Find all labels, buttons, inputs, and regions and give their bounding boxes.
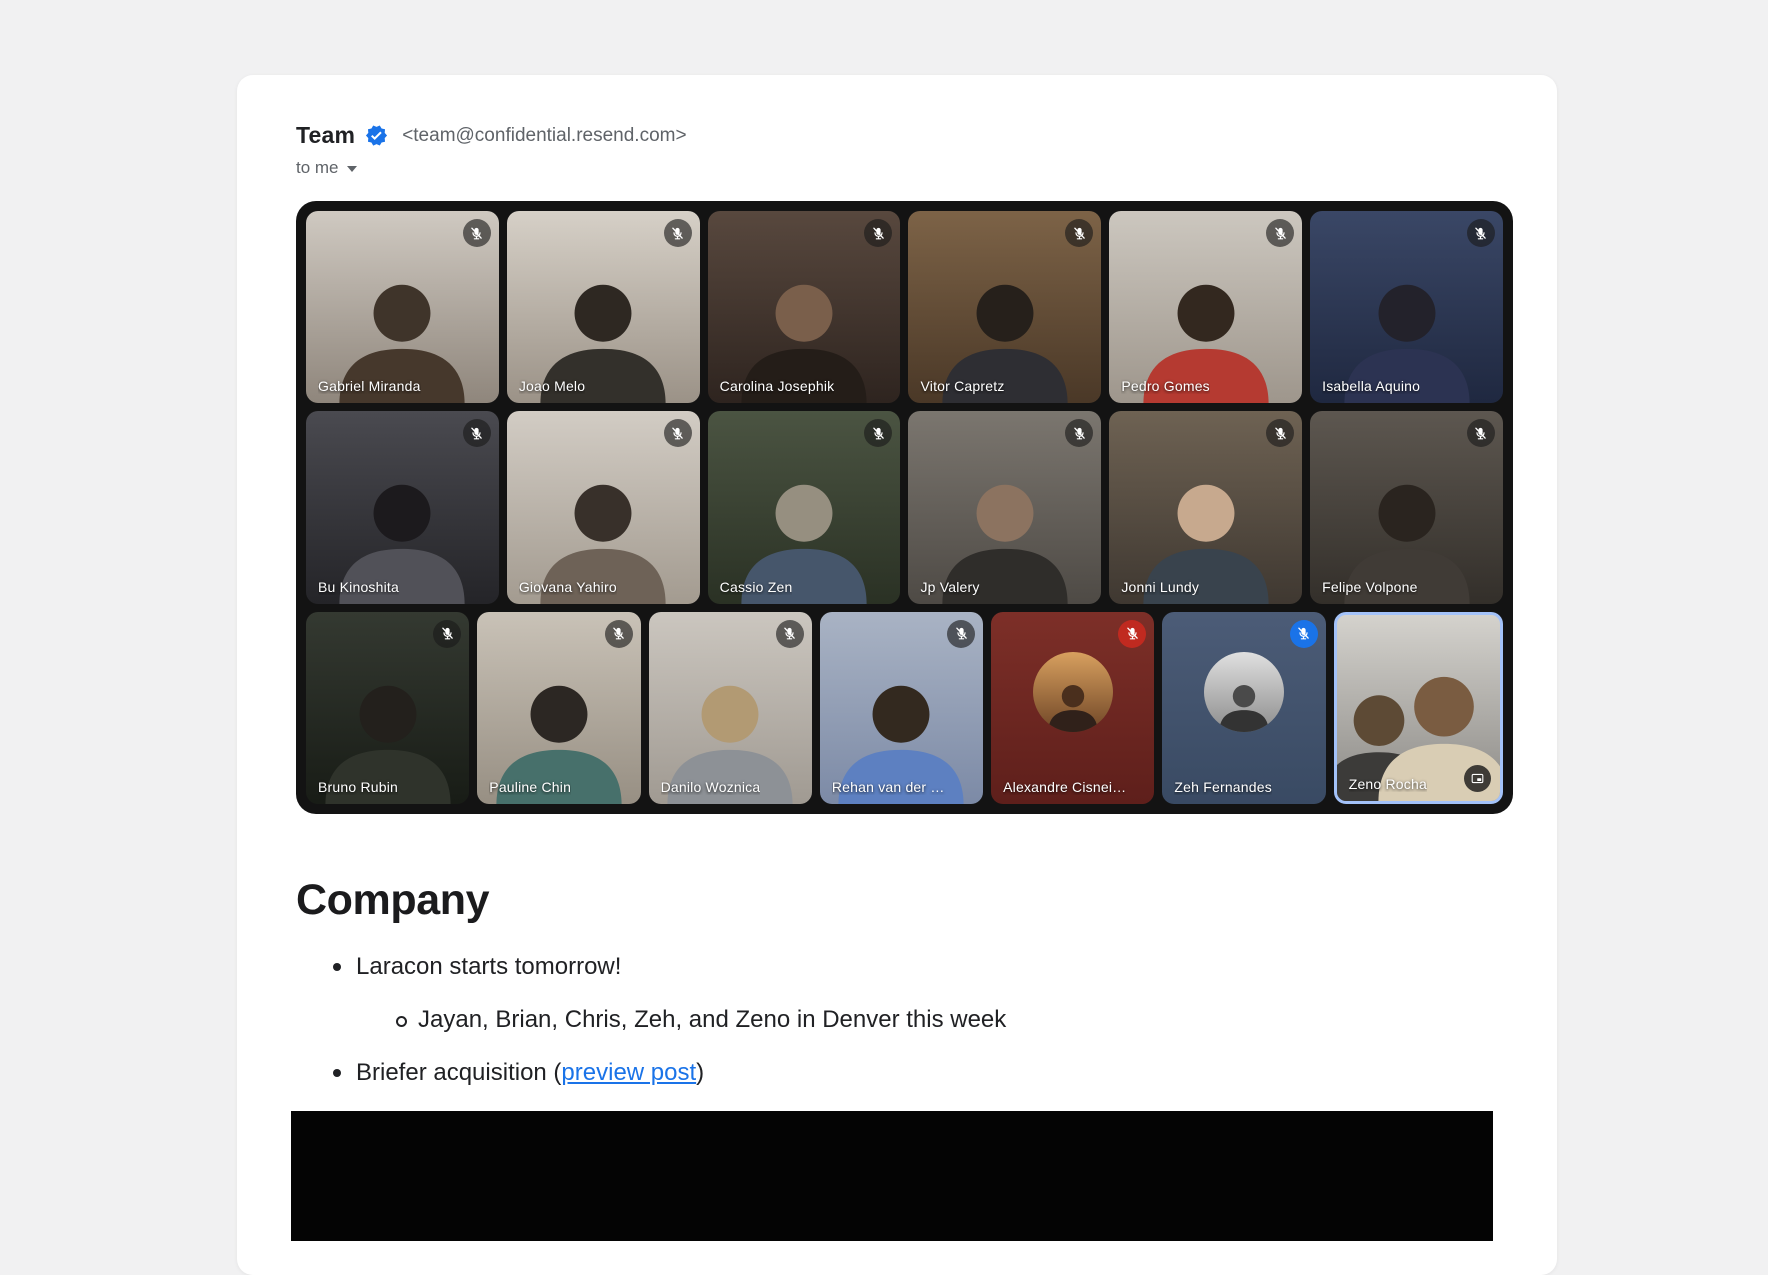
list-item-text: Jayan, Brian, Chris, Zeh, and Zeno in De…: [418, 1006, 1006, 1033]
video-thumbnail[interactable]: [291, 1111, 1493, 1241]
mic-off-icon: [664, 219, 692, 247]
mic-off-icon: [1467, 419, 1495, 447]
mic-off-icon: [664, 419, 692, 447]
mic-off-icon: [1290, 620, 1318, 648]
list-item-text: ): [696, 1059, 704, 1086]
participant-name: Gabriel Miranda: [318, 378, 421, 394]
participant-name: Zeh Fernandes: [1174, 779, 1272, 795]
chevron-down-icon: [347, 166, 357, 172]
participant-tile: Bruno Rubin: [306, 612, 469, 804]
grid-row: Bruno Rubin Pauline Chin Danilo Woznica Reh…: [306, 612, 1503, 804]
sender-line: Team <team@confidential.resend.com>: [296, 122, 1557, 149]
list-item-text: Laracon starts tomorrow!: [356, 953, 621, 980]
participant-name: Zeno Rocha: [1349, 776, 1427, 792]
participant-tile: Cassio Zen: [708, 411, 901, 603]
participant-name: Jp Valery: [920, 579, 979, 595]
mic-off-icon: [1065, 419, 1093, 447]
avatar: [1204, 652, 1284, 732]
mic-off-icon: [1266, 219, 1294, 247]
participant-tile: Felipe Volpone: [1310, 411, 1503, 603]
mic-off-icon: [463, 419, 491, 447]
participant-name: Pauline Chin: [489, 779, 571, 795]
participant-tile: Jp Valery: [908, 411, 1101, 603]
picture-in-picture-icon: [1464, 765, 1491, 792]
grid-row: Gabriel Miranda Joao Melo Carolina Josephi…: [306, 211, 1503, 403]
recipient-label: to me: [296, 158, 339, 178]
participant-tile: Carolina Josephik: [708, 211, 901, 403]
participant-tile: Danilo Woznica: [649, 612, 812, 804]
mic-off-icon: [864, 419, 892, 447]
participant-name: Cassio Zen: [720, 579, 793, 595]
meeting-screenshot[interactable]: Gabriel Miranda Joao Melo Carolina Josephi…: [296, 201, 1513, 814]
participant-tile: Zeno Rocha: [1334, 612, 1503, 804]
mic-off-icon: [776, 620, 804, 648]
participant-tile: Vitor Capretz: [908, 211, 1101, 403]
participant-name: Pedro Gomes: [1121, 378, 1210, 394]
participant-tile: Pedro Gomes: [1109, 211, 1302, 403]
participant-tile: Rehan van der Me...: [820, 612, 983, 804]
participant-tile: Joao Melo: [507, 211, 700, 403]
mic-off-icon: [864, 219, 892, 247]
verified-badge-icon: [365, 124, 388, 147]
avatar: [1033, 652, 1113, 732]
list-item: Jayan, Brian, Chris, Zeh, and Zeno in De…: [296, 1005, 1557, 1035]
participant-name: Carolina Josephik: [720, 378, 835, 394]
email-card: Team <team@confidential.resend.com> to m…: [237, 75, 1557, 1275]
mic-off-icon: [1065, 219, 1093, 247]
participant-name: Joao Melo: [519, 378, 585, 394]
mic-off-icon: [463, 219, 491, 247]
list-item: Laracon starts tomorrow!: [296, 952, 1557, 982]
participant-name: Giovana Yahiro: [519, 579, 617, 595]
mic-off-icon: [1467, 219, 1495, 247]
mic-off-icon: [605, 620, 633, 648]
participant-name: Rehan van der Me...: [832, 779, 955, 795]
participant-name: Danilo Woznica: [661, 779, 761, 795]
participant-tile: Gabriel Miranda: [306, 211, 499, 403]
participant-tile: Giovana Yahiro: [507, 411, 700, 603]
participant-tile: Pauline Chin: [477, 612, 640, 804]
participant-tile: Zeh Fernandes: [1162, 612, 1325, 804]
mic-off-icon: [947, 620, 975, 648]
participant-name: Vitor Capretz: [920, 378, 1004, 394]
participant-tile: Isabella Aquino: [1310, 211, 1503, 403]
participant-tile: Jonni Lundy: [1109, 411, 1302, 603]
preview-post-link[interactable]: preview post: [561, 1059, 696, 1086]
bullet-list: Laracon starts tomorrow! Jayan, Brian, Ch…: [296, 952, 1557, 1088]
email-header: Team <team@confidential.resend.com> to m…: [237, 75, 1557, 178]
recipient-dropdown[interactable]: to me: [296, 158, 357, 178]
participant-name: Isabella Aquino: [1322, 378, 1420, 394]
grid-row: Bu Kinoshita Giovana Yahiro Cassio Zen Jp V…: [306, 411, 1503, 603]
mic-off-icon: [1118, 620, 1146, 648]
sender-name: Team: [296, 122, 355, 149]
sender-email: <team@confidential.resend.com>: [402, 125, 686, 147]
participant-name: Jonni Lundy: [1121, 579, 1199, 595]
participant-name: Bu Kinoshita: [318, 579, 399, 595]
mic-off-icon: [1266, 419, 1294, 447]
list-item: Briefer acquisition (preview post): [296, 1058, 1557, 1088]
participant-name: Alexandre Cisneir...: [1003, 779, 1126, 795]
participant-name: Felipe Volpone: [1322, 579, 1417, 595]
participant-tile: Bu Kinoshita: [306, 411, 499, 603]
participant-tile: Alexandre Cisneir...: [991, 612, 1154, 804]
section-heading: Company: [296, 876, 1557, 924]
mic-off-icon: [433, 620, 461, 648]
participant-name: Bruno Rubin: [318, 779, 398, 795]
list-item-text: Briefer acquisition (: [356, 1059, 561, 1086]
